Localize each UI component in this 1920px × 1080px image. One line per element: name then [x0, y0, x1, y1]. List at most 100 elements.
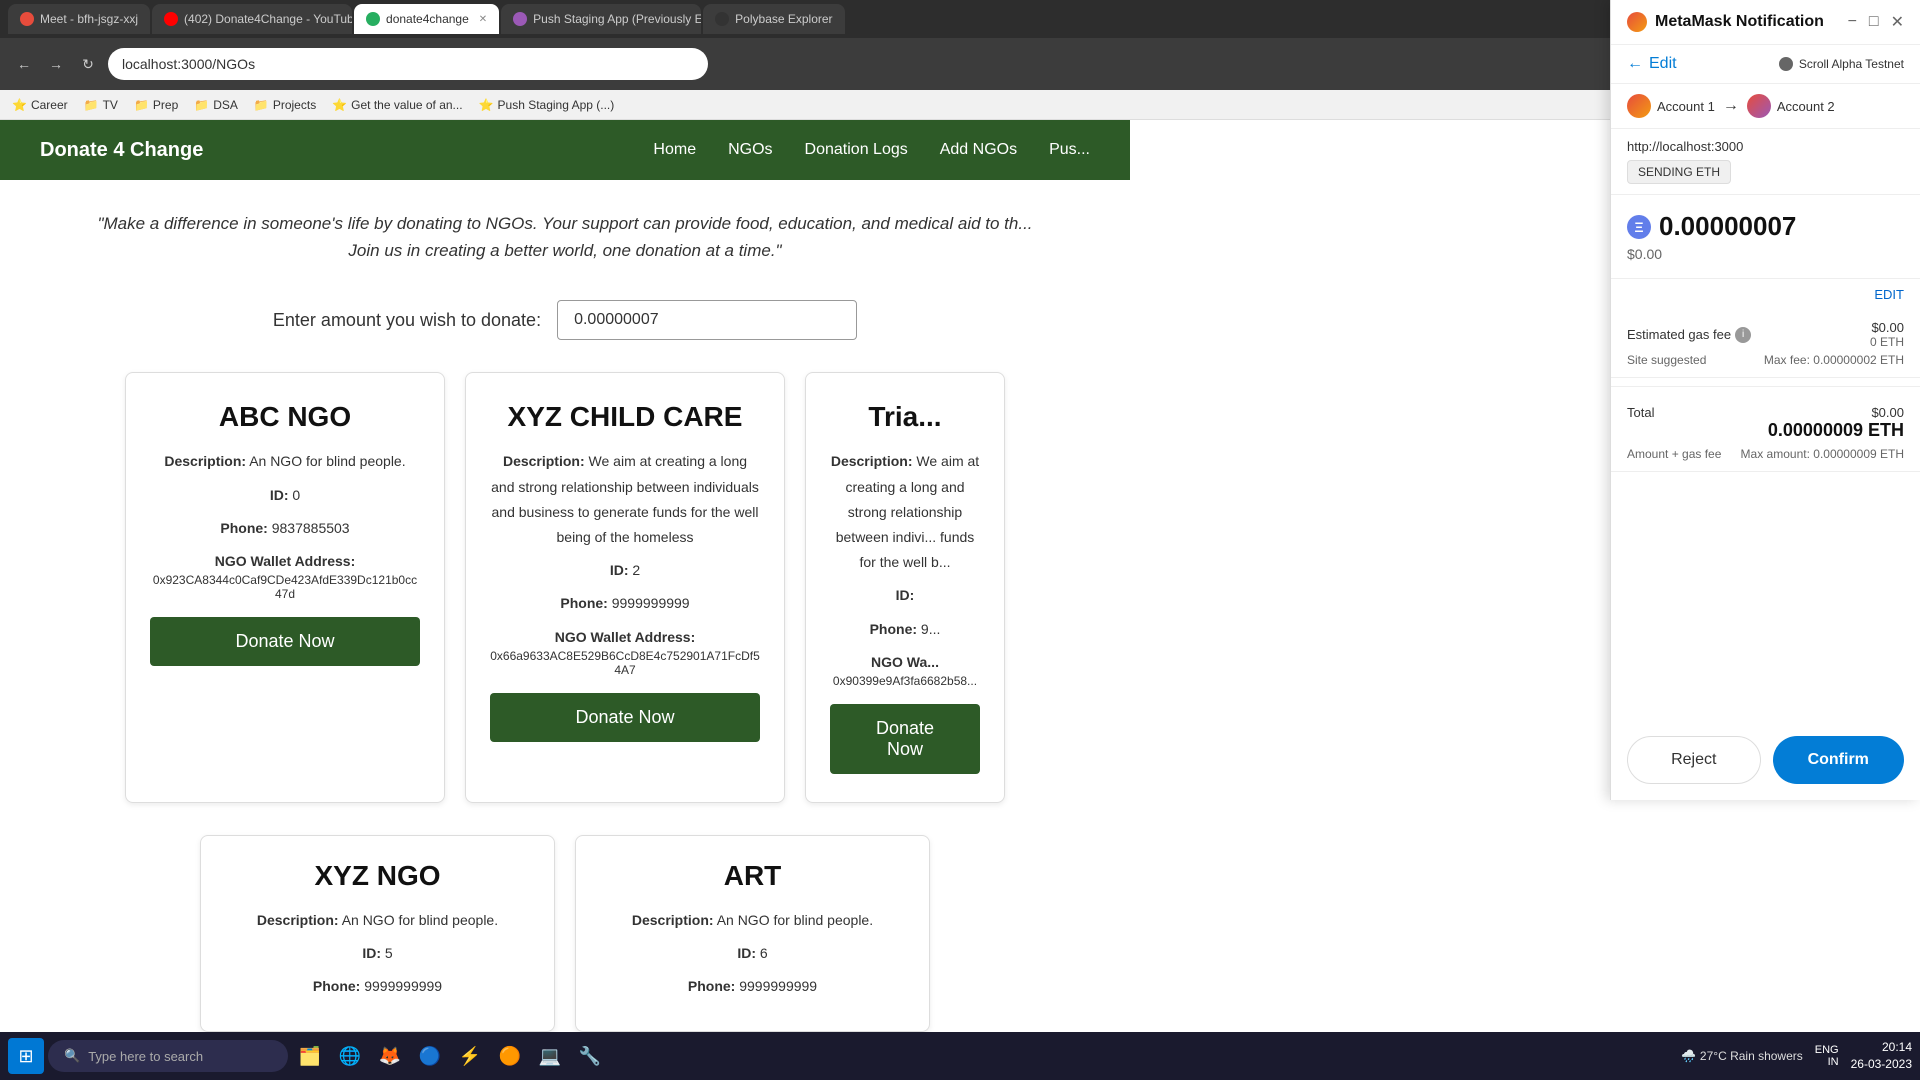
- bookmark-getvalue[interactable]: ⭐Get the value of an...: [332, 98, 462, 112]
- ngo-desc-abc: Description: An NGO for blind people.: [150, 449, 420, 474]
- taskbar-search[interactable]: 🔍 Type here to search: [48, 1040, 288, 1072]
- gas-usd: $0.00: [1870, 320, 1904, 335]
- gas-fee-values: $0.00 0 ETH: [1870, 320, 1904, 349]
- taskbar-icon6[interactable]: 💻: [532, 1038, 568, 1074]
- taskbar-icon5[interactable]: 🟠: [492, 1038, 528, 1074]
- donate-btn-xyz-child[interactable]: Donate Now: [490, 693, 760, 742]
- edit-details-link[interactable]: EDIT: [1611, 279, 1920, 310]
- tab-donate4change[interactable]: donate4change ✕: [354, 4, 499, 34]
- scroll-alpha-badge: Scroll Alpha Testnet: [1779, 57, 1904, 71]
- metamask-title: MetaMask Notification: [1655, 13, 1824, 31]
- gas-row: Estimated gas fee i $0.00 0 ETH: [1627, 320, 1904, 349]
- account-arrow-icon: →: [1723, 97, 1739, 115]
- chevron-left-icon: ←: [1627, 55, 1643, 73]
- max-amount-row: Max amount: 0.00000009 ETH: [1741, 447, 1904, 461]
- hero-line1: "Make a difference in someone's life by …: [40, 210, 1090, 237]
- max-fee-row: Max fee: 0.00000002 ETH: [1764, 353, 1904, 367]
- ngo-name-partial: Tria...: [830, 401, 980, 433]
- tab-label-meet: Meet - bfh-jsgz-xxj: [40, 12, 138, 26]
- clock-time: 20:14: [1851, 1039, 1912, 1056]
- start-button[interactable]: ⊞: [8, 1038, 44, 1074]
- ngo-phone-art: Phone: 9999999999: [600, 974, 905, 999]
- account1-label: Account 1: [1657, 99, 1715, 114]
- bookmark-dsa[interactable]: 📁DSA: [194, 98, 238, 112]
- donate-btn-abc[interactable]: Donate Now: [150, 617, 420, 666]
- bookmark-tv[interactable]: 📁TV: [84, 98, 118, 112]
- tab-label-donate4change: donate4change: [386, 12, 469, 26]
- ngo-name-abc: ABC NGO: [150, 401, 420, 433]
- hero-line2: Join us in creating a better world, one …: [40, 237, 1090, 264]
- donate-btn-partial[interactable]: Donate Now: [830, 704, 980, 774]
- donation-input-section: Enter amount you wish to donate:: [0, 284, 1130, 356]
- ngo-wallet-addr-xyz-child: 0x66a9633AC8E529B6CcD8E4c752901A71FcDf54…: [490, 649, 760, 677]
- nav-push[interactable]: Pus...: [1049, 141, 1090, 159]
- site-url: http://localhost:3000: [1627, 139, 1904, 154]
- tab-meet[interactable]: Meet - bfh-jsgz-xxj: [8, 4, 150, 34]
- eth-amount-value: 0.00000007: [1659, 211, 1796, 242]
- scroll-alpha-label: Scroll Alpha Testnet: [1799, 57, 1904, 71]
- taskbar-chrome-icon[interactable]: 🌐: [332, 1038, 368, 1074]
- tab-icon-meet: [20, 12, 34, 26]
- metamask-accounts: Account 1 → Account 2: [1611, 84, 1920, 129]
- weather-icon: 🌧️: [1681, 1049, 1696, 1063]
- ngo-id-art: ID: 6: [600, 941, 905, 966]
- edit-link[interactable]: ← Edit: [1627, 55, 1677, 73]
- taskbar-icon4[interactable]: ⚡: [452, 1038, 488, 1074]
- ngo-desc-partial: Description: We aim at creating a long a…: [830, 449, 980, 575]
- refresh-button[interactable]: ↻: [76, 52, 100, 76]
- metamask-header: MetaMask Notification − □ ✕: [1611, 0, 1920, 45]
- nav-home[interactable]: Home: [653, 141, 696, 159]
- total-label: Total: [1627, 405, 1654, 441]
- gas-label: Estimated gas fee i: [1627, 327, 1751, 343]
- close-icon[interactable]: ✕: [1891, 12, 1904, 32]
- taskbar-icon7[interactable]: 🔧: [572, 1038, 608, 1074]
- tab-icon-polybase: [715, 12, 729, 26]
- donation-amount-input[interactable]: [557, 300, 857, 340]
- search-icon: 🔍: [64, 1048, 80, 1064]
- address-input[interactable]: localhost:3000/NGOs: [108, 48, 708, 80]
- bookmark-projects[interactable]: 📁Projects: [254, 98, 316, 112]
- ngo-card-grid: ABC NGO Description: An NGO for blind pe…: [0, 356, 1130, 818]
- tab-close-icon[interactable]: ✕: [479, 14, 487, 25]
- clock-date: 26-03-2023: [1851, 1056, 1912, 1073]
- site-suggested-row: Site suggested Max fee: 0.00000002 ETH: [1627, 353, 1904, 367]
- bookmark-career[interactable]: ⭐Career: [12, 98, 68, 112]
- taskbar-icon2[interactable]: 🦊: [372, 1038, 408, 1074]
- taskbar-file-icon[interactable]: 🗂️: [292, 1038, 328, 1074]
- bookmark-prep[interactable]: 📁Prep: [134, 98, 178, 112]
- amount-gas-row: Amount + gas fee Max amount: 0.00000009 …: [1627, 447, 1904, 461]
- nav-links: Home NGOs Donation Logs Add NGOs Pus...: [653, 141, 1090, 159]
- ngo-id-xyz-child: ID: 2: [490, 558, 760, 583]
- back-button[interactable]: ←: [12, 52, 36, 76]
- tab-label-polybase: Polybase Explorer: [735, 12, 832, 26]
- bookmark-pushstaging[interactable]: ⭐Push Staging App (...): [479, 98, 615, 112]
- metamask-amount: Ξ 0.00000007 $0.00: [1611, 195, 1920, 279]
- ngo-phone-xyz-child: Phone: 9999999999: [490, 591, 760, 616]
- edit-label: Edit: [1649, 55, 1677, 73]
- ngo-card-grid-bottom: XYZ NGO Description: An NGO for blind pe…: [0, 819, 1130, 1049]
- ngo-wallet-addr-partial: 0x90399e9Af3fa6682b58...: [830, 674, 980, 688]
- tab-youtube[interactable]: (402) Donate4Change - YouTube: [152, 4, 352, 34]
- ngo-desc-art: Description: An NGO for blind people.: [600, 908, 905, 933]
- tab-label-youtube: (402) Donate4Change - YouTube: [184, 12, 352, 26]
- max-amount-label: Max amount:: [1741, 447, 1810, 461]
- forward-button[interactable]: →: [44, 52, 68, 76]
- tab-push[interactable]: Push Staging App (Previously EPNS) |: [501, 4, 701, 34]
- tab-polybase[interactable]: Polybase Explorer: [703, 4, 844, 34]
- confirm-button[interactable]: Confirm: [1773, 736, 1905, 784]
- total-section: Total $0.00 0.00000009 ETH Amount + gas …: [1611, 395, 1920, 472]
- nav-ngos[interactable]: NGOs: [728, 141, 772, 159]
- account1: Account 1: [1627, 94, 1715, 118]
- site-suggested-label: Site suggested: [1627, 353, 1706, 367]
- tab-icon-donate4change: [366, 12, 380, 26]
- info-icon[interactable]: i: [1735, 327, 1751, 343]
- nav-add-ngos[interactable]: Add NGOs: [940, 141, 1017, 159]
- ngo-wallet-addr-abc: 0x923CA8344c0Caf9CDe423AfdE339Dc121b0cc4…: [150, 573, 420, 601]
- minimize-icon[interactable]: −: [1848, 13, 1857, 31]
- taskbar-icon3[interactable]: 🔵: [412, 1038, 448, 1074]
- ngo-card-xyz-child: XYZ CHILD CARE Description: We aim at cr…: [465, 372, 785, 802]
- taskbar-clock: 20:14 26-03-2023: [1851, 1039, 1912, 1073]
- reject-button[interactable]: Reject: [1627, 736, 1761, 784]
- maximize-icon[interactable]: □: [1869, 13, 1879, 31]
- nav-donation-logs[interactable]: Donation Logs: [805, 141, 908, 159]
